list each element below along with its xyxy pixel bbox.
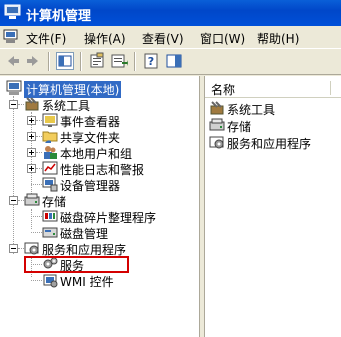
tree-node-services-apps[interactable]: 服务和应用程序 xyxy=(24,240,154,257)
list-item-storage[interactable]: 存储 xyxy=(209,117,329,134)
details-pane[interactable]: 名称 系统工具 存储 服务和应用程序 xyxy=(204,76,341,337)
expand-toggle[interactable] xyxy=(27,132,36,141)
menu-file[interactable]: 文件(F) xyxy=(26,30,66,47)
services-apps-icon xyxy=(209,136,224,149)
menu-window[interactable]: 窗口(W) xyxy=(200,30,245,47)
forward-icon[interactable] xyxy=(24,52,42,70)
window-title: 计算机管理 xyxy=(26,9,92,24)
title-bar[interactable]: 计算机管理 xyxy=(0,0,341,26)
tree-line xyxy=(31,216,42,217)
tree-node-event-viewer[interactable]: 事件查看器 xyxy=(42,112,152,129)
collapse-toggle[interactable] xyxy=(9,196,18,205)
tree-label-wmi: WMI 控件 xyxy=(60,275,114,289)
event-viewer-icon xyxy=(42,113,58,127)
defrag-icon xyxy=(42,210,58,222)
tree-node-disk-management[interactable]: 磁盘管理 xyxy=(42,224,142,241)
tree-line xyxy=(31,209,32,229)
help-icon[interactable]: ? xyxy=(142,52,160,70)
tree-line xyxy=(13,96,14,254)
computer-management-icon xyxy=(6,80,22,95)
toolbar-separator xyxy=(48,52,50,71)
toolbar: ? xyxy=(0,49,341,75)
show-hide-action-pane-icon[interactable] xyxy=(165,52,183,70)
export-list-icon[interactable] xyxy=(110,52,128,70)
tree-line xyxy=(31,280,42,281)
storage-icon xyxy=(24,193,40,206)
tree-node-storage[interactable]: 存储 xyxy=(24,192,104,209)
tree-node-perf-logs[interactable]: 性能日志和警报 xyxy=(42,160,172,177)
list-item-label: 存储 xyxy=(227,120,252,134)
tree-node-shared-folders[interactable]: 共享文件夹 xyxy=(42,128,152,145)
computer-management-icon xyxy=(4,4,21,19)
column-header-label: 名称 xyxy=(211,83,236,97)
performance-log-icon xyxy=(42,161,58,175)
toolbar-separator xyxy=(80,52,82,71)
tree-node-system-tools[interactable]: 系统工具 xyxy=(24,96,144,113)
column-header-name[interactable]: 名称 xyxy=(205,79,341,98)
tree-node-device-manager[interactable]: 设备管理器 xyxy=(42,176,152,193)
collapse-toggle[interactable] xyxy=(9,100,18,109)
list-item-label: 系统工具 xyxy=(227,103,276,117)
system-menu-icon[interactable] xyxy=(3,29,19,44)
tree-node-local-users[interactable]: 本地用户和组 xyxy=(42,144,162,161)
list-item-services-apps[interactable]: 服务和应用程序 xyxy=(209,134,341,151)
shared-folder-icon xyxy=(42,131,58,143)
menu-help[interactable]: 帮助(H) xyxy=(257,30,299,47)
back-icon[interactable] xyxy=(4,52,22,70)
svg-text:?: ? xyxy=(148,55,154,68)
expand-toggle[interactable] xyxy=(27,116,36,125)
list-item-system-tools[interactable]: 系统工具 xyxy=(209,100,329,117)
tree-line xyxy=(31,232,42,233)
list-item-label: 服务和应用程序 xyxy=(227,137,312,151)
highlight-box xyxy=(24,256,129,273)
tree-line xyxy=(31,184,42,185)
toolbar-separator xyxy=(134,52,136,71)
tools-icon xyxy=(25,97,39,111)
disk-management-icon xyxy=(42,227,58,238)
tools-icon xyxy=(210,101,224,115)
properties-icon[interactable] xyxy=(88,52,106,70)
device-manager-icon xyxy=(42,177,58,192)
wmi-control-icon xyxy=(43,274,58,288)
column-separator[interactable] xyxy=(330,81,331,95)
menu-bar: 文件(F) 操作(A) 查看(V) 窗口(W) 帮助(H) xyxy=(0,26,341,49)
tree-node-defrag[interactable]: 磁盘碎片整理程序 xyxy=(42,208,182,225)
users-icon xyxy=(44,146,57,159)
expand-toggle[interactable] xyxy=(27,148,36,157)
expand-toggle[interactable] xyxy=(27,164,36,173)
console-tree[interactable]: 计算机管理(本地) 系统工具 事件查看器 共享文件夹 本地用户和组 性能日志和警… xyxy=(0,76,200,337)
collapse-toggle[interactable] xyxy=(9,244,18,253)
services-apps-icon xyxy=(24,242,39,255)
menu-view[interactable]: 查看(V) xyxy=(142,30,184,47)
tree-node-wmi[interactable]: WMI 控件 xyxy=(42,272,142,289)
show-hide-tree-icon[interactable] xyxy=(56,52,74,70)
menu-action[interactable]: 操作(A) xyxy=(84,30,126,47)
tree-node-root[interactable]: 计算机管理(本地) xyxy=(6,80,134,98)
storage-icon xyxy=(209,118,225,131)
